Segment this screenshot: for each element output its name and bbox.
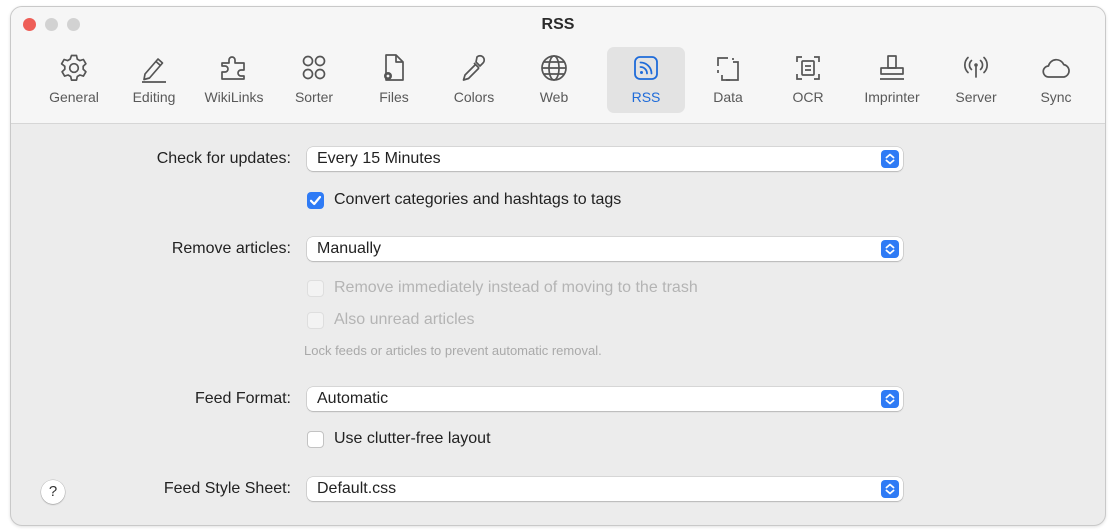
check-updates-value: Every 15 Minutes [317, 150, 441, 167]
also-unread-label: Also unread articles [334, 311, 475, 328]
tab-sync[interactable]: Sync [1017, 47, 1095, 113]
tab-imprinter[interactable]: Imprinter [853, 47, 931, 113]
remove-articles-value: Manually [317, 240, 382, 257]
tab-general[interactable]: General [35, 47, 113, 113]
pencil-icon [142, 58, 166, 83]
feed-format-label: Feed Format: [194, 390, 291, 407]
preferences-toolbar: RSS General Editing WikiLinks Sorter Fil… [11, 7, 1105, 124]
stamp-icon [880, 55, 904, 80]
tab-server-label: Server [955, 89, 997, 105]
tab-server[interactable]: Server [937, 47, 1015, 113]
tab-rss[interactable]: RSS [607, 47, 685, 113]
tab-files[interactable]: Files [355, 47, 433, 113]
remove-articles-popup[interactable]: Manually [307, 237, 903, 261]
tab-sorter-label: Sorter [294, 89, 334, 105]
remove-immediately-checkbox[interactable] [307, 280, 324, 297]
tab-ocr[interactable]: OCR [769, 47, 847, 113]
tab-sorter[interactable]: Sorter [275, 47, 353, 113]
check-updates-popup[interactable]: Every 15 Minutes [307, 147, 903, 171]
tab-editing[interactable]: Editing [115, 47, 193, 113]
data-frame-icon [717, 57, 739, 81]
tab-editing-label: Editing [132, 89, 176, 105]
style-sheet-value: Default.css [317, 480, 397, 497]
tab-rss-label: RSS [631, 89, 661, 105]
remove-articles-label: Remove articles: [171, 240, 291, 257]
ocr-scan-icon [796, 56, 820, 80]
tab-files-label: Files [379, 89, 409, 105]
tab-web-label: Web [539, 89, 569, 105]
cloud-icon [1042, 58, 1070, 78]
broadcast-icon [964, 56, 988, 78]
tab-web[interactable]: Web [515, 47, 593, 113]
sorter-circles-icon [302, 55, 326, 80]
feed-format-value: Automatic [317, 390, 389, 407]
tab-colors[interactable]: Colors [435, 47, 513, 113]
also-unread-checkbox[interactable] [307, 312, 324, 329]
lock-hint-text: Lock feeds or articles to prevent automa… [304, 343, 602, 358]
preferences-window: RSS General Editing WikiLinks Sorter Fil… [10, 6, 1106, 526]
feed-format-popup[interactable]: Automatic [307, 387, 903, 411]
rss-icon [634, 56, 658, 80]
tab-imprinter-label: Imprinter [864, 89, 920, 105]
convert-tags-label: Convert categories and hashtags to tags [334, 191, 622, 208]
tab-sync-label: Sync [1040, 89, 1072, 105]
popup-arrows-icon [881, 240, 899, 258]
tab-wikilinks[interactable]: WikiLinks [195, 47, 273, 113]
file-gear-icon [384, 54, 404, 81]
style-sheet-popup[interactable]: Default.css [307, 477, 903, 501]
eyedropper-icon [462, 54, 486, 81]
popup-arrows-icon [881, 150, 899, 168]
tab-general-label: General [49, 89, 99, 105]
popup-arrows-icon [881, 480, 899, 498]
gear-icon [60, 54, 87, 81]
remove-immediately-label: Remove immediately instead of moving to … [334, 279, 698, 296]
clutter-free-label: Use clutter-free layout [334, 430, 491, 447]
popup-arrows-icon [881, 390, 899, 408]
tab-ocr-label: OCR [792, 89, 824, 105]
convert-tags-checkbox[interactable] [307, 192, 324, 209]
checkmark-icon [309, 195, 322, 206]
tab-colors-label: Colors [453, 89, 495, 105]
clutter-free-checkbox[interactable] [307, 431, 324, 448]
window-title: RSS [541, 16, 575, 33]
tab-data-label: Data [713, 89, 743, 105]
tab-data[interactable]: Data [689, 47, 767, 113]
style-sheet-label: Feed Style Sheet: [163, 480, 291, 497]
puzzle-icon [221, 56, 245, 80]
check-updates-label: Check for updates: [156, 150, 291, 167]
globe-icon [541, 55, 567, 81]
help-button[interactable]: ? [41, 480, 65, 504]
tab-wikilinks-label: WikiLinks [204, 89, 264, 105]
